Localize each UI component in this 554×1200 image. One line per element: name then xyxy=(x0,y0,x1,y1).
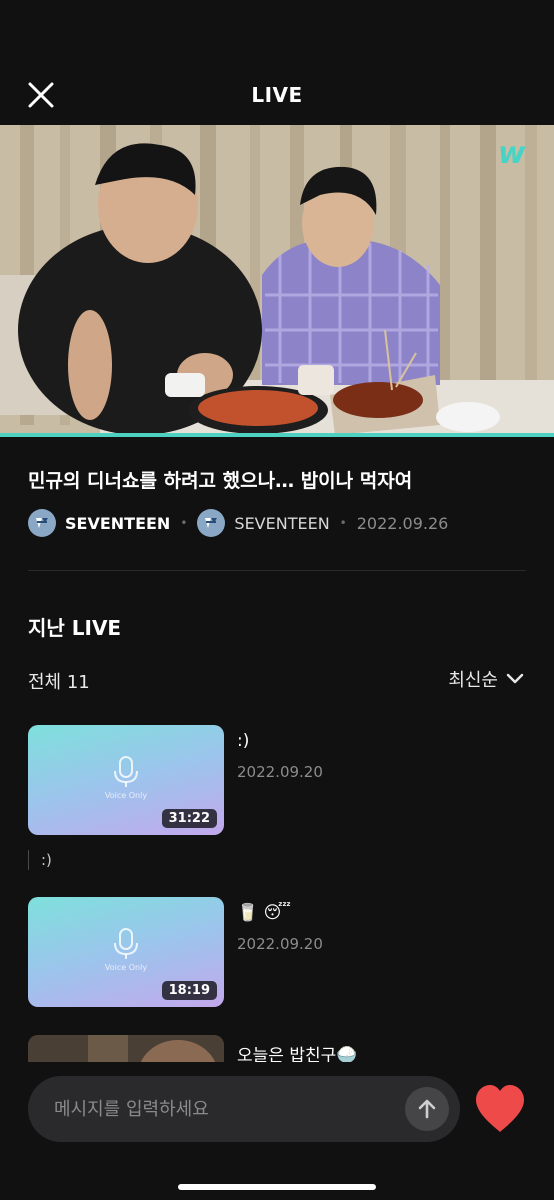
page-title: LIVE xyxy=(251,83,303,107)
past-live-item[interactable]: Voice Only 31:22 :) 2022.09.20 xyxy=(28,725,526,835)
artist-name[interactable]: SEVENTEEN xyxy=(65,514,170,533)
duration-badge: 31:22 xyxy=(161,809,217,828)
divider xyxy=(28,570,526,571)
send-button[interactable] xyxy=(405,1087,449,1131)
weverse-logo-icon: w xyxy=(498,136,526,171)
heart-icon xyxy=(476,1085,524,1132)
past-live-date: 2022.09.20 xyxy=(237,763,323,781)
separator-dot: • xyxy=(339,516,347,530)
seventeen-logo-icon xyxy=(205,518,218,528)
seventeen-logo-icon xyxy=(36,518,48,528)
video-player[interactable]: w xyxy=(0,125,554,437)
like-heart-button[interactable] xyxy=(472,1082,528,1136)
separator-dot: • xyxy=(180,516,188,530)
voice-only-label: Voice Only xyxy=(104,791,148,800)
voice-only-thumbnail[interactable]: Voice Only 31:22 xyxy=(28,725,224,835)
sort-label: 최신순 xyxy=(448,670,498,691)
live-meta: SEVENTEEN • SEVENTEEN • 2022.09.26 xyxy=(28,508,448,538)
community-avatar[interactable] xyxy=(197,509,226,537)
message-input-container xyxy=(28,1076,460,1142)
message-input[interactable] xyxy=(54,1094,414,1124)
past-live-description: :) xyxy=(28,850,52,870)
home-indicator xyxy=(178,1184,376,1190)
duration-badge: 18:19 xyxy=(161,981,217,1000)
arrow-up-icon xyxy=(418,1099,436,1119)
past-live-date: 2022.09.20 xyxy=(237,935,323,953)
past-live-heading: 지난 LIVE xyxy=(28,616,122,640)
past-live-title[interactable]: :) xyxy=(237,731,249,751)
chevron-down-icon xyxy=(506,673,524,684)
message-composer xyxy=(0,1062,554,1200)
sort-dropdown[interactable]: 최신순 xyxy=(448,666,524,692)
video-progress-fill xyxy=(0,433,554,437)
top-bar: LIVE xyxy=(0,66,554,122)
video-frame: w xyxy=(0,125,554,437)
microphone-icon xyxy=(114,928,138,959)
community-name[interactable]: SEVENTEEN xyxy=(234,514,329,533)
video-progress-bar[interactable] xyxy=(0,433,554,437)
artist-avatar[interactable] xyxy=(28,509,56,537)
live-title: 민규의 디너쇼를 하려고 했으나… 밥이나 먹자여 xyxy=(28,470,413,492)
live-date: 2022.09.26 xyxy=(356,513,449,533)
past-live-item[interactable]: Voice Only 18:19 🥛 😴 2022.09.20 xyxy=(28,897,526,1007)
past-live-count: 전체 11 xyxy=(28,672,90,693)
microphone-icon xyxy=(114,756,138,787)
voice-only-label: Voice Only xyxy=(104,963,148,972)
voice-only-thumbnail[interactable]: Voice Only 18:19 xyxy=(28,897,224,1007)
past-live-title[interactable]: 🥛 😴 xyxy=(237,903,291,923)
